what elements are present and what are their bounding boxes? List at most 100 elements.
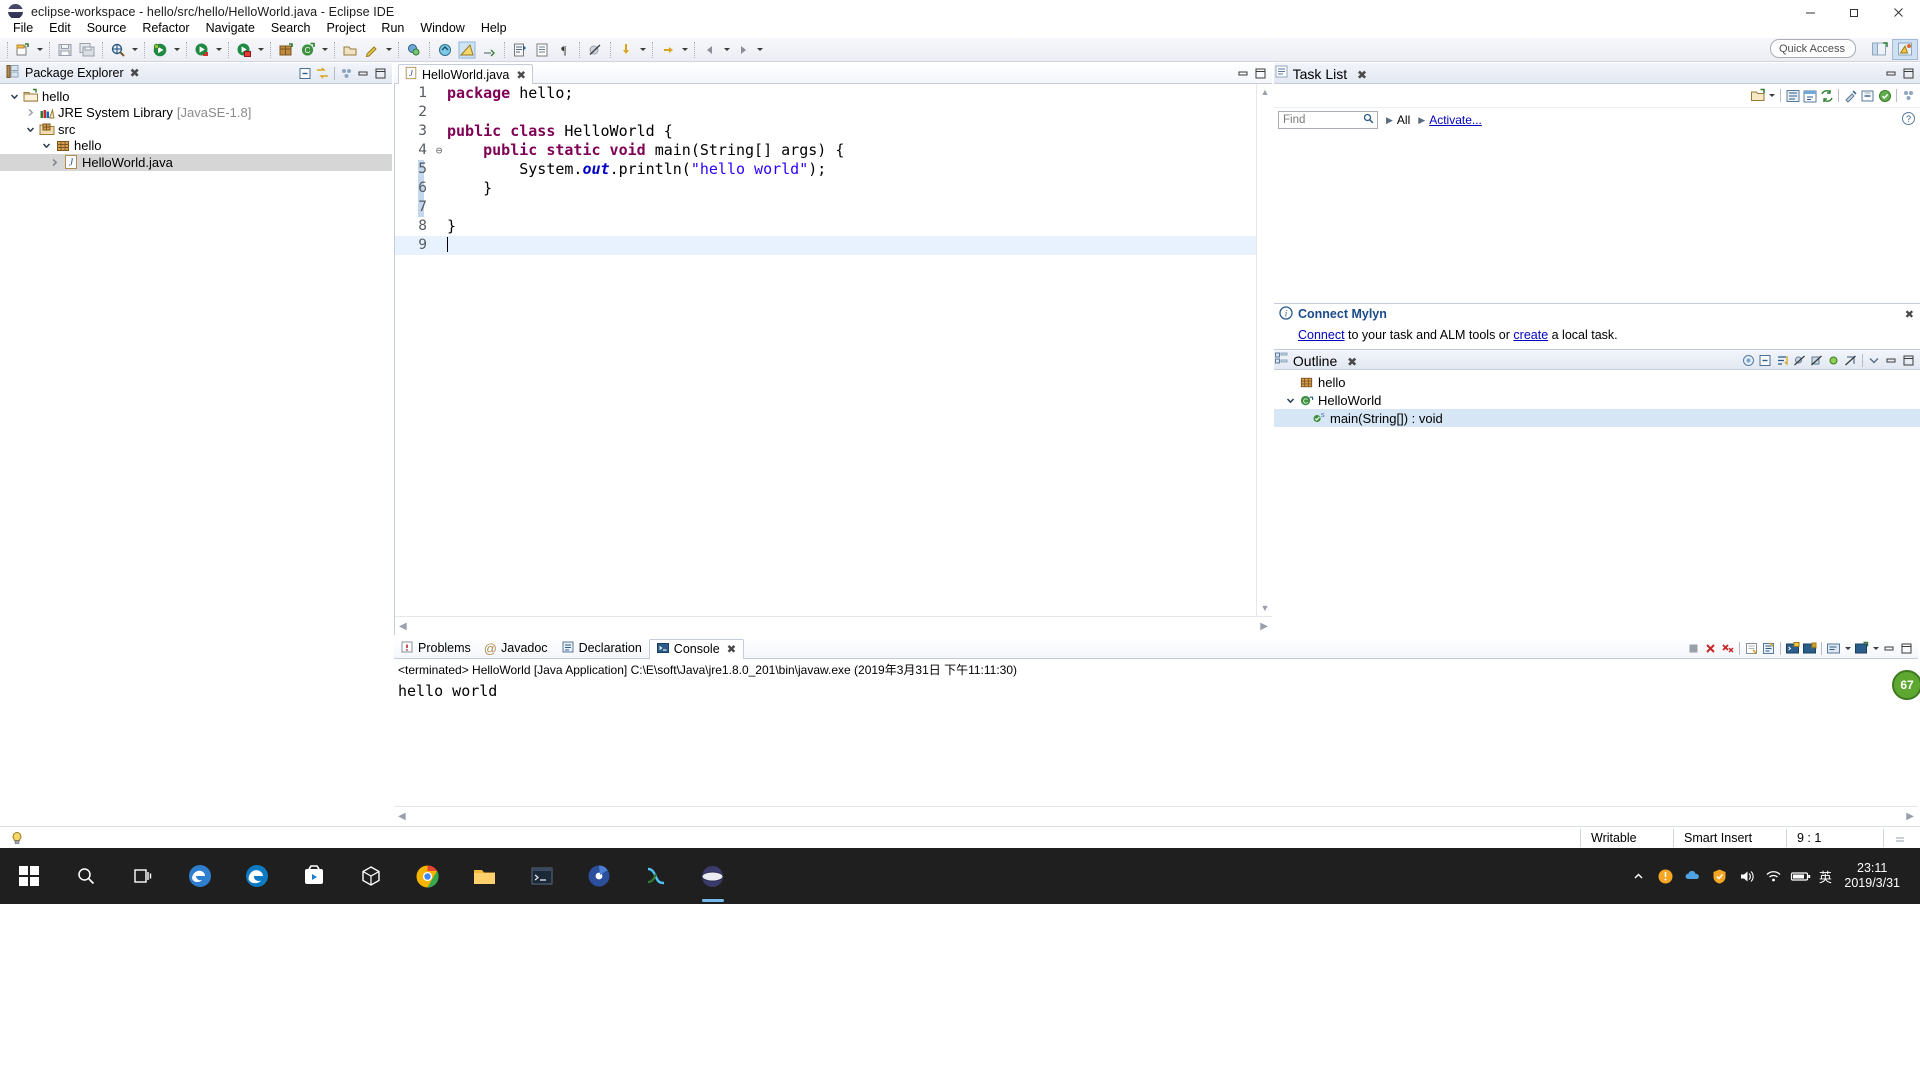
outline-item-class[interactable]: C HelloWorld	[1274, 391, 1920, 409]
connect-link[interactable]: Connect	[1298, 328, 1345, 342]
back-icon[interactable]	[615, 39, 637, 60]
tree-item-helloworld-java[interactable]: J HelloWorld.java	[0, 154, 392, 171]
new-file-icon[interactable]	[12, 39, 34, 60]
tab-problems[interactable]: Problems	[394, 638, 478, 659]
editor-body[interactable]: 1 package hello; 2 3 public class HelloWorld…	[394, 84, 1272, 635]
chevron-down-icon[interactable]	[22, 124, 38, 135]
show-whitespace-icon[interactable]: ¶	[553, 39, 575, 60]
cloud-icon[interactable]	[1679, 848, 1706, 904]
scroll-left-icon[interactable]: ◀	[398, 811, 406, 822]
code-line[interactable]: 9	[395, 236, 1256, 255]
save-all-icon[interactable]	[76, 39, 98, 60]
focus-icon[interactable]	[1842, 87, 1859, 105]
tab-declaration[interactable]: Declaration	[555, 638, 649, 659]
editor-tab-helloworld[interactable]: J HelloWorld.java ✖	[398, 64, 533, 84]
outline-item-method[interactable]: S main(String[]) : void	[1274, 409, 1920, 427]
folder-icon[interactable]	[456, 848, 513, 904]
chevron-right-icon[interactable]: ▶	[1418, 115, 1425, 126]
media-icon[interactable]	[570, 848, 627, 904]
code-line[interactable]: 5 System.out.println("hello world");	[395, 160, 1256, 179]
editor-horizontal-scrollbar[interactable]: ◀ ▶	[395, 616, 1272, 635]
tree-item-hello-package[interactable]: hello	[0, 138, 392, 155]
close-icon[interactable]: ✖	[1357, 68, 1367, 82]
run-icon[interactable]	[191, 39, 213, 60]
scroll-up-icon[interactable]: ▲	[1257, 84, 1273, 100]
maximize-icon[interactable]	[1898, 640, 1915, 658]
scroll-right-icon[interactable]: ▶	[1260, 621, 1268, 632]
windows-icon[interactable]	[0, 848, 57, 904]
tree-item-hello-project[interactable]: hello	[0, 88, 392, 105]
edge-legacy-icon[interactable]	[171, 848, 228, 904]
new-task-icon[interactable]	[1749, 87, 1766, 105]
remove-all-icon[interactable]	[1719, 640, 1736, 658]
activate-link[interactable]: Activate...	[1429, 113, 1482, 127]
chevron-down-icon[interactable]	[1842, 638, 1853, 659]
forward-dropdown-icon[interactable]	[679, 39, 690, 60]
navigate-forward-icon[interactable]	[732, 39, 754, 60]
terminal-icon[interactable]	[513, 848, 570, 904]
filter-all-group[interactable]: ▶ All	[1386, 113, 1410, 127]
scroll-lock-icon[interactable]	[1760, 640, 1777, 658]
remove-icon[interactable]	[1702, 640, 1719, 658]
task-view-icon[interactable]	[114, 848, 171, 904]
back-dropdown-icon[interactable]	[637, 39, 648, 60]
scroll-right-icon[interactable]: ▶	[1906, 811, 1914, 822]
code-line[interactable]: 3 public class HelloWorld {	[395, 122, 1256, 141]
collapse-all-icon[interactable]	[1757, 352, 1774, 370]
code-line[interactable]: 6 }	[395, 179, 1256, 198]
scheduled-icon[interactable]	[1801, 87, 1818, 105]
show-hidden-icons-icon[interactable]	[1625, 848, 1652, 904]
hide-nonpublic-icon[interactable]	[1825, 352, 1842, 370]
menu-search[interactable]: Search	[263, 19, 319, 37]
search-icon[interactable]	[57, 848, 114, 904]
focus-task-icon[interactable]	[1740, 352, 1757, 370]
close-icon[interactable]: ✖	[130, 67, 140, 79]
navigate-back-dropdown-icon[interactable]	[721, 39, 732, 60]
display-console-icon[interactable]	[1825, 640, 1842, 658]
minimize-icon[interactable]	[1883, 65, 1900, 83]
toggle-mark-occurrences-icon[interactable]	[531, 39, 553, 60]
mylyn-task-badge[interactable]: 67	[1892, 670, 1920, 700]
view-menu-icon[interactable]	[1900, 87, 1917, 105]
package-explorer-tab[interactable]: Package Explorer ✖	[0, 63, 392, 84]
search-icon[interactable]	[403, 39, 425, 60]
show-console-icon[interactable]	[1784, 640, 1801, 658]
maximize-icon[interactable]	[1252, 65, 1269, 83]
chevron-down-icon[interactable]	[38, 140, 54, 151]
outline-tab[interactable]: Outline ✖	[1274, 349, 1920, 370]
link-editor-icon[interactable]	[314, 65, 331, 83]
clear-console-icon[interactable]	[1743, 640, 1760, 658]
tip-icon[interactable]	[0, 827, 34, 849]
close-icon[interactable]: ✖	[727, 642, 737, 656]
java-perspective-toolbtn[interactable]	[456, 39, 478, 60]
chevron-down-icon[interactable]	[1766, 85, 1777, 106]
chevron-right-icon[interactable]: ▶	[1386, 115, 1393, 126]
find-input[interactable]: Find	[1278, 111, 1378, 129]
package-explorer-tree[interactable]: hello JRE System Library [JavaSE-1.8] sr…	[0, 84, 392, 171]
battery-icon[interactable]	[1787, 848, 1814, 904]
code-line[interactable]: 4 ⊖ public static void main(String[] args…	[395, 141, 1256, 160]
hide-local-icon[interactable]	[1842, 352, 1859, 370]
status-resize-grip[interactable]	[1884, 827, 1920, 849]
close-icon[interactable]: ✖	[516, 68, 526, 82]
minimize-icon[interactable]	[1235, 65, 1252, 83]
menu-file[interactable]: File	[5, 19, 41, 37]
volume-icon[interactable]	[1733, 848, 1760, 904]
package-icon[interactable]	[275, 39, 297, 60]
minimize-icon[interactable]	[1881, 640, 1898, 658]
antivirus-icon[interactable]	[1706, 848, 1733, 904]
task-list-body[interactable]	[1274, 132, 1920, 303]
code-area[interactable]: 1 package hello; 2 3 public class HelloWorld…	[395, 84, 1256, 616]
editor-vertical-scrollbar[interactable]: ▲ ▼	[1256, 84, 1272, 616]
menu-source[interactable]: Source	[79, 19, 135, 37]
code-line[interactable]: 7	[395, 198, 1256, 217]
outline-item-package[interactable]: hello	[1274, 373, 1920, 391]
menu-project[interactable]: Project	[319, 19, 374, 37]
navigate-back-icon[interactable]	[699, 39, 721, 60]
close-icon[interactable]: ✖	[1347, 355, 1357, 369]
chevron-down-icon[interactable]	[1282, 395, 1298, 406]
menu-window[interactable]: Window	[412, 19, 472, 37]
coverage-icon[interactable]	[233, 39, 255, 60]
chevron-down-icon[interactable]	[1870, 638, 1881, 659]
clock[interactable]: 23:11 2019/3/31	[1836, 861, 1908, 891]
